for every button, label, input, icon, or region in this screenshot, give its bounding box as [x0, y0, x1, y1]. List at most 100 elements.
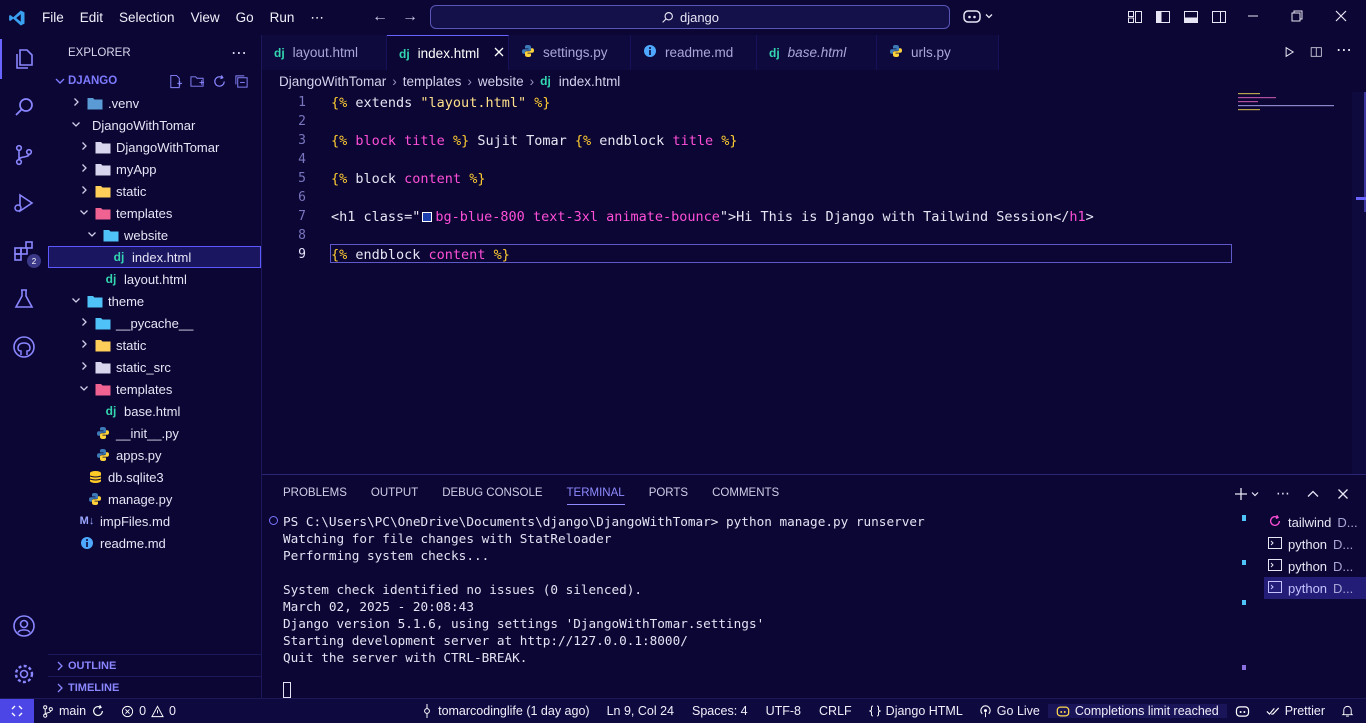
- tree-folder[interactable]: static: [48, 180, 261, 202]
- command-center-search[interactable]: django: [430, 5, 950, 29]
- new-folder-icon[interactable]: [190, 74, 205, 89]
- breadcrumb-item[interactable]: index.html: [559, 74, 621, 89]
- chevron-right-icon[interactable]: [76, 140, 92, 155]
- tree-folder[interactable]: DjangoWithTomar: [48, 136, 261, 158]
- code-line[interactable]: 8: [262, 226, 1366, 245]
- language-mode[interactable]: Django HTML: [861, 704, 971, 718]
- prettier-status[interactable]: Prettier: [1258, 704, 1333, 718]
- testing-activity[interactable]: [0, 275, 48, 323]
- indentation-status[interactable]: Spaces: 4: [683, 704, 757, 718]
- forward-arrow-icon[interactable]: →: [402, 8, 418, 26]
- close-tab-icon[interactable]: [493, 46, 505, 61]
- chevron-right-icon[interactable]: [76, 316, 92, 331]
- editor-tab[interactable]: dj base.html: [757, 35, 877, 70]
- close-window-icon[interactable]: [1334, 9, 1348, 23]
- extensions-activity[interactable]: 2: [0, 227, 48, 275]
- code-line[interactable]: 7 <h1 class=" bg-blue-800 text-3xl animate…: [262, 207, 1366, 226]
- tree-folder[interactable]: static: [48, 334, 261, 356]
- editor-tab[interactable]: urls.py: [877, 35, 999, 70]
- chevron-right-icon[interactable]: [76, 338, 92, 353]
- outline-section[interactable]: OUTLINE: [48, 654, 262, 676]
- tree-folder[interactable]: static_src: [48, 356, 261, 378]
- tree-folder[interactable]: myApp: [48, 158, 261, 180]
- code-line[interactable]: 4: [262, 150, 1366, 169]
- editor-tab[interactable]: readme.md: [631, 35, 757, 70]
- terminal-instance[interactable]: python D...: [1264, 577, 1366, 599]
- run-debug-activity[interactable]: [0, 179, 48, 227]
- menu-more[interactable]: ⋯: [302, 10, 332, 26]
- minimize-icon[interactable]: [1246, 9, 1260, 23]
- terminal-instance[interactable]: python D...: [1264, 555, 1366, 577]
- tree-file[interactable]: dj layout.html: [48, 268, 261, 290]
- tree-folder[interactable]: __pycache__: [48, 312, 261, 334]
- tab-comments[interactable]: COMMENTS: [712, 487, 779, 505]
- breadcrumb-item[interactable]: website: [478, 74, 524, 89]
- back-arrow-icon[interactable]: ←: [372, 8, 388, 26]
- breadcrumb-item[interactable]: DjangoWithTomar: [279, 74, 386, 89]
- tab-output[interactable]: OUTPUT: [371, 487, 418, 505]
- tree-folder[interactable]: DjangoWithTomar: [48, 114, 261, 136]
- code-line[interactable]: 6: [262, 188, 1366, 207]
- tree-file[interactable]: dj base.html: [48, 400, 261, 422]
- code-line[interactable]: 1 {% extends "layout.html" %}: [262, 93, 1366, 112]
- editor-more-icon[interactable]: ⋯: [1336, 43, 1352, 60]
- project-header[interactable]: DJANGO: [48, 70, 261, 92]
- git-blame-status[interactable]: tomarcodinglife (1 day ago): [413, 704, 597, 718]
- chevron-right-icon[interactable]: [76, 360, 92, 375]
- encoding-status[interactable]: UTF-8: [757, 704, 810, 718]
- collapse-all-icon[interactable]: [234, 74, 249, 89]
- completions-status[interactable]: Completions limit reached: [1047, 704, 1227, 718]
- chevron-right-icon[interactable]: [76, 184, 92, 199]
- terminal-instance[interactable]: python D...: [1264, 533, 1366, 555]
- refresh-icon[interactable]: [212, 74, 227, 89]
- breadcrumb-item[interactable]: templates: [403, 74, 462, 89]
- tree-file[interactable]: readme.md: [48, 532, 261, 554]
- tree-file[interactable]: apps.py: [48, 444, 261, 466]
- chevron-right-icon[interactable]: [68, 96, 84, 111]
- copilot-chat-status[interactable]: [1227, 705, 1258, 718]
- chevron-right-icon[interactable]: [76, 162, 92, 177]
- source-control-activity[interactable]: [0, 131, 48, 179]
- tree-file[interactable]: db.sqlite3: [48, 466, 261, 488]
- menu-selection[interactable]: Selection: [111, 10, 183, 25]
- more-actions-icon[interactable]: ⋯: [231, 43, 247, 63]
- run-file-icon[interactable]: [1283, 44, 1296, 60]
- editor-tab[interactable]: settings.py: [509, 35, 631, 70]
- timeline-section[interactable]: TIMELINE: [48, 676, 262, 698]
- search-activity[interactable]: [0, 83, 48, 131]
- color-swatch[interactable]: [422, 211, 433, 222]
- eol-status[interactable]: CRLF: [810, 704, 861, 718]
- problems-status[interactable]: 0 0: [113, 704, 184, 718]
- terminal-instance[interactable]: tailwind D...: [1264, 511, 1366, 533]
- menu-edit[interactable]: Edit: [72, 10, 111, 25]
- menu-go[interactable]: Go: [228, 10, 262, 25]
- tree-folder[interactable]: templates: [48, 378, 261, 400]
- editor-scrollbar[interactable]: [1352, 92, 1366, 474]
- tree-folder[interactable]: .venv: [48, 92, 261, 114]
- go-live-button[interactable]: Go Live: [971, 704, 1048, 718]
- code-line[interactable]: 5 {% block content %}: [262, 169, 1366, 188]
- command-decoration-icon[interactable]: [269, 516, 278, 525]
- tree-folder[interactable]: theme: [48, 290, 261, 312]
- menu-run[interactable]: Run: [262, 10, 303, 25]
- accounts-activity[interactable]: [0, 602, 48, 650]
- panel-more-icon[interactable]: ⋯: [1276, 485, 1290, 502]
- chevron-down-icon[interactable]: [76, 206, 92, 221]
- explorer-activity[interactable]: [0, 35, 48, 83]
- tab-problems[interactable]: PROBLEMS: [283, 487, 347, 505]
- restore-icon[interactable]: [1290, 9, 1304, 23]
- chevron-down-icon[interactable]: [84, 228, 100, 243]
- remote-indicator[interactable]: [0, 698, 34, 723]
- toggle-secondary-sidebar-icon[interactable]: [1211, 9, 1227, 25]
- customize-layout-icon[interactable]: [1127, 9, 1143, 25]
- cursor-position[interactable]: Ln 9, Col 24: [598, 704, 683, 718]
- code-line[interactable]: 2: [262, 112, 1366, 131]
- chevron-down-icon[interactable]: [68, 294, 84, 309]
- tab-debug-console[interactable]: DEBUG CONSOLE: [442, 487, 542, 505]
- close-panel-icon[interactable]: [1336, 487, 1350, 501]
- github-activity[interactable]: [0, 323, 48, 371]
- tab-terminal[interactable]: TERMINAL: [566, 487, 625, 505]
- tree-folder[interactable]: templates: [48, 202, 261, 224]
- maximize-panel-icon[interactable]: [1306, 487, 1320, 501]
- branch-status[interactable]: main: [34, 704, 113, 718]
